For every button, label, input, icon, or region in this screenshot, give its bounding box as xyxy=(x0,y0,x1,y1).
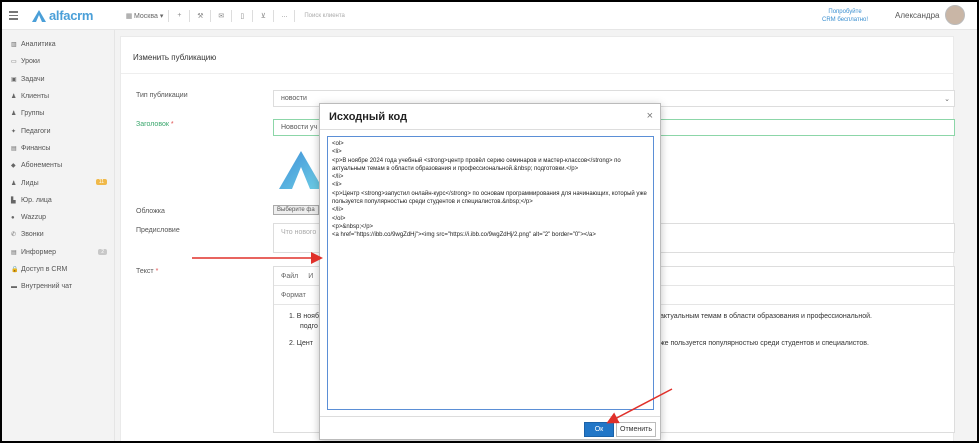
logo-icon xyxy=(32,9,46,22)
search-input[interactable]: Поиск клиента xyxy=(304,13,345,19)
sidebar-item[interactable]: ▭ Уроки xyxy=(2,53,114,70)
sidebar-item-label: Wazzup xyxy=(21,214,47,222)
sidebar-item-label: Юр. лица xyxy=(21,196,52,204)
chevron-down-icon: ⌄ xyxy=(944,95,950,103)
sidebar-item-icon: ◆ xyxy=(11,163,16,170)
editor-line-2a: 2. Цент xyxy=(289,340,313,347)
sidebar-item[interactable]: ▤ Финансы xyxy=(2,140,114,157)
text-label: Текст * xyxy=(136,268,159,275)
sidebar-item[interactable]: ▥ Аналитика xyxy=(2,36,114,53)
sidebar-item-icon: ▤ xyxy=(11,145,17,152)
promo-line-2: CRM бесплатно! xyxy=(822,17,869,23)
sidebar-item-label: Внутренний чат xyxy=(21,283,73,291)
phone-icon[interactable]: ▯ xyxy=(237,12,247,20)
sidebar-item-label: Финансы xyxy=(21,144,51,152)
heading-value: Новости уч xyxy=(281,124,318,131)
preface-label: Предисловие xyxy=(136,227,180,234)
editor-menu-file[interactable]: Файл xyxy=(281,273,298,280)
sidebar-item-badge: 2 xyxy=(98,248,107,255)
branch-icon: ▦ xyxy=(125,12,133,20)
cover-label: Обложка xyxy=(136,208,165,215)
avatar[interactable] xyxy=(945,5,965,25)
sidebar-item-icon: ● xyxy=(11,214,15,221)
sidebar-item[interactable]: ♟ Клиенты xyxy=(2,88,114,105)
sidebar-item-icon: ♟ xyxy=(11,180,17,187)
sidebar-item-label: Абонементы xyxy=(21,162,63,170)
sidebar-item-label: Группы xyxy=(21,110,45,118)
sidebar-item[interactable]: ✆ Звонки xyxy=(2,226,114,243)
wrench-icon[interactable]: ⚒ xyxy=(195,12,205,20)
type-label: Тип публикации xyxy=(136,92,188,99)
cover-image xyxy=(279,151,323,189)
close-icon[interactable]: × xyxy=(647,110,653,122)
sidebar-item-icon: ♟ xyxy=(11,111,17,118)
heading-label: Заголовок * xyxy=(136,121,174,128)
sidebar-item-icon: ▙ xyxy=(11,197,16,204)
source-code-textarea[interactable]: <ol> <li> <p>В ноябре 2024 года учебный … xyxy=(327,136,654,410)
more-icon[interactable]: ... xyxy=(279,12,289,19)
top-bar: alfacrm ▦ Москва ▾ + ⚒ ✉ ▯ ⊻ ... Поиск к… xyxy=(2,2,977,30)
mail-icon[interactable]: ✉ xyxy=(216,12,226,20)
sidebar-item-icon: ▬ xyxy=(11,283,17,290)
sidebar-item-icon: ♟ xyxy=(11,94,17,101)
sidebar-item[interactable]: ● Wazzup xyxy=(2,209,114,226)
sidebar-item[interactable]: ◆ Абонементы xyxy=(2,157,114,174)
type-value: новости xyxy=(281,95,307,102)
sidebar-item[interactable]: ▬ Внутренний чат xyxy=(2,278,114,295)
user-name[interactable]: Александра xyxy=(895,11,939,20)
sidebar-item-label: Задачи xyxy=(21,75,45,83)
screenshot-frame: alfacrm ▦ Москва ▾ + ⚒ ✉ ▯ ⊻ ... Поиск к… xyxy=(0,0,979,443)
sidebar-item-label: Педагоги xyxy=(21,127,51,135)
sidebar-item-badge: 11 xyxy=(95,179,107,186)
sidebar-item-icon: ▤ xyxy=(11,249,17,256)
ok-button[interactable]: Ок xyxy=(584,422,614,437)
sidebar-item-icon: ▣ xyxy=(11,76,17,83)
branch-selector[interactable]: Москва ▾ xyxy=(134,12,163,20)
sidebar-item[interactable]: ▣ Задачи xyxy=(2,71,114,88)
sidebar-item-icon: ▥ xyxy=(11,42,17,49)
promo-link[interactable]: Попробуйте CRM бесплатно! xyxy=(822,8,868,24)
sidebar-item[interactable]: ▤ Информер 2 xyxy=(2,244,114,261)
menu-icon[interactable] xyxy=(2,11,24,20)
editor-line-1c: подго xyxy=(300,323,318,330)
add-icon[interactable]: + xyxy=(174,12,184,19)
sidebar-item-label: Информер xyxy=(21,248,57,256)
sidebar-item-label: Лиды xyxy=(21,179,39,187)
editor-menu-more[interactable]: И xyxy=(308,273,313,280)
sidebar-item-icon: ▭ xyxy=(11,59,17,66)
editor-format-dropdown[interactable]: Формат xyxy=(281,292,306,299)
sidebar-item-label: Клиенты xyxy=(21,93,50,101)
sidebar-item[interactable]: ✦ Педагоги xyxy=(2,122,114,139)
cancel-button[interactable]: Отменить xyxy=(616,422,656,437)
sidebar-item-label: Аналитика xyxy=(21,41,56,49)
logo[interactable]: alfacrm xyxy=(32,8,112,23)
editor-line-1b: актуальным темам в области образования и… xyxy=(660,313,872,320)
sidebar-item-icon: 🔒 xyxy=(11,267,19,273)
sidebar-item[interactable]: ♟ Лиды 11 xyxy=(2,174,114,191)
editor-line-1a: 1. В нояб xyxy=(289,313,319,320)
dialog-title: Исходный код xyxy=(329,111,408,123)
sidebar-item-icon: ✆ xyxy=(11,232,17,239)
logo-text: alfacrm xyxy=(49,8,94,23)
sidebar-item[interactable]: ♟ Группы xyxy=(2,105,114,122)
promo-line-1: Попробуйте xyxy=(828,9,862,15)
cart-icon[interactable]: ⊻ xyxy=(258,12,268,20)
editor-line-2b: же пользуется популярностью среди студен… xyxy=(660,340,869,347)
page-title: Изменить публикацию xyxy=(133,53,217,62)
sidebar-item[interactable]: ▙ Юр. лица xyxy=(2,192,114,209)
sidebar: ▥ Аналитика ▭ Уроки ▣ Задачи ♟ Клиенты ♟ Группы ✦ П… xyxy=(2,30,115,441)
sidebar-item-label: Звонки xyxy=(21,231,44,239)
sidebar-item[interactable]: 🔒 Доступ в CRM xyxy=(2,261,114,278)
cover-file-button[interactable]: Выберите фа xyxy=(273,205,319,215)
sidebar-item-label: Уроки xyxy=(21,58,40,66)
sidebar-item-label: Доступ в CRM xyxy=(21,266,68,273)
sidebar-item-icon: ✦ xyxy=(11,128,17,135)
source-code-dialog: Исходный код × <ol> <li> <p>В ноябре 202… xyxy=(319,103,661,440)
